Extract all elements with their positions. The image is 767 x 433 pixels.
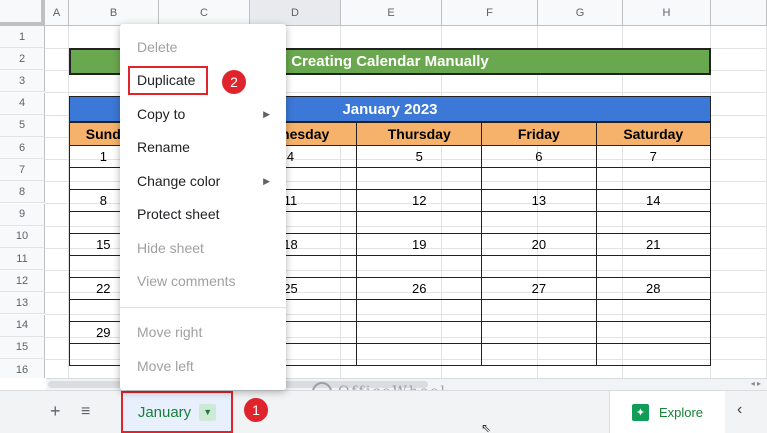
column-header[interactable]: C	[159, 0, 250, 26]
calendar-cell[interactable]	[481, 167, 597, 190]
calendar-cell[interactable]: 20	[481, 233, 597, 256]
row-header[interactable]: 6	[0, 137, 45, 159]
all-sheets-icon[interactable]: ≡	[81, 403, 90, 421]
calendar-cell[interactable]	[481, 255, 597, 278]
collapse-side-panel-icon[interactable]: ‹	[737, 401, 742, 419]
duplicate-highlight-box	[128, 66, 208, 95]
calendar-cell[interactable]	[481, 211, 597, 234]
row-header[interactable]: 10	[0, 225, 45, 248]
column-header[interactable]: A	[45, 0, 69, 26]
calendar-cell[interactable]: 28	[595, 277, 712, 300]
calendar-cell[interactable]	[595, 255, 712, 278]
day-header[interactable]: Friday	[481, 122, 597, 146]
row-header[interactable]: 1	[0, 26, 45, 48]
menu-divider	[120, 307, 286, 308]
submenu-arrow-icon: ▶	[263, 108, 270, 119]
calendar-cell[interactable]	[356, 167, 483, 190]
row-header[interactable]: 7	[0, 159, 45, 182]
step-badge-1: 1	[244, 398, 268, 422]
explore-label: Explore	[658, 404, 704, 420]
calendar-cell[interactable]	[356, 343, 483, 366]
menu-item-label: Rename	[137, 139, 190, 155]
calendar-cell[interactable]: 26	[356, 277, 483, 300]
day-header[interactable]: Saturday	[595, 122, 712, 146]
menu-item-copy-to[interactable]: Copy to ▶	[120, 99, 286, 129]
menu-item-protect-sheet[interactable]: Protect sheet	[120, 199, 286, 229]
explore-icon: ✦	[631, 403, 649, 421]
calendar-cell[interactable]: 5	[356, 145, 483, 168]
column-header[interactable]: D	[250, 0, 341, 26]
menu-item-change-color[interactable]: Change color ▶	[120, 166, 286, 196]
calendar-cell[interactable]	[356, 321, 483, 344]
menu-item-label: Protect sheet	[137, 206, 220, 222]
row-header[interactable]: 3	[0, 70, 45, 93]
row-header[interactable]: 5	[0, 114, 45, 137]
calendar-cell[interactable]: 12	[356, 189, 483, 212]
column-header[interactable]: G	[538, 0, 623, 26]
calendar-cell[interactable]	[595, 343, 712, 366]
calendar-cell[interactable]: 13	[481, 189, 597, 212]
sheet-tab-january[interactable]: January ▼	[121, 391, 233, 433]
sheet-tab-label: January	[137, 403, 192, 421]
column-header[interactable]: H	[623, 0, 711, 26]
row-header[interactable]: 8	[0, 181, 45, 204]
spreadsheet-grid[interactable]: ABCDEFGH 1 2 3 4 5 6 7 8 9 10 11 12 13 14 15 16 Creatin…	[0, 0, 767, 378]
menu-item-label: Move left	[137, 358, 194, 374]
mouse-cursor-icon: ⇖	[481, 421, 492, 433]
calendar-cell[interactable]	[356, 255, 483, 278]
calendar-cell[interactable]	[481, 343, 597, 366]
calendar-cell[interactable]: 6	[481, 145, 597, 168]
calendar-cell[interactable]: 27	[481, 277, 597, 300]
calendar-cell[interactable]: 19	[356, 233, 483, 256]
menu-item-rename[interactable]: Rename	[120, 132, 286, 162]
step-badge-2: 2	[222, 70, 246, 94]
row-header[interactable]: 13	[0, 292, 45, 315]
row-header[interactable]: 12	[0, 270, 45, 293]
calendar-cell[interactable]	[595, 167, 712, 190]
calendar-cell[interactable]	[595, 211, 712, 234]
row-header[interactable]: 2	[0, 48, 45, 71]
menu-item-label: Hide sheet	[137, 240, 204, 256]
row-header[interactable]: 11	[0, 248, 45, 270]
column-header[interactable]: E	[341, 0, 442, 26]
column-header[interactable]: B	[69, 0, 159, 26]
menu-item-label: Copy to	[137, 106, 186, 122]
scroll-arrows-icon[interactable]: ◂ ▸	[751, 379, 761, 388]
row-header[interactable]: 15	[0, 336, 45, 359]
row-header[interactable]: 14	[0, 314, 45, 337]
row-header[interactable]: 16	[0, 359, 45, 378]
menu-item-hide-sheet[interactable]: Hide sheet	[120, 233, 286, 263]
column-header[interactable]	[711, 0, 767, 26]
row-header[interactable]: 4	[0, 92, 45, 115]
column-header[interactable]: F	[442, 0, 538, 26]
menu-item-label: Change color	[137, 173, 221, 189]
calendar-cell[interactable]: 21	[595, 233, 712, 256]
select-all-corner[interactable]	[0, 0, 45, 26]
calendar-cell[interactable]	[595, 299, 712, 322]
day-header[interactable]: Thursday	[356, 122, 483, 146]
submenu-arrow-icon: ▶	[263, 175, 270, 186]
calendar-cell[interactable]	[595, 321, 712, 344]
menu-item-move-left[interactable]: Move left	[120, 351, 286, 381]
calendar-cell[interactable]	[356, 299, 483, 322]
row-header[interactable]: 9	[0, 203, 45, 226]
calendar-cell[interactable]: 14	[595, 189, 712, 212]
sheet-tab-bar: + ≡ January ▼ ✦ Explore ‹	[0, 390, 767, 433]
add-sheet-button[interactable]: +	[50, 401, 61, 422]
menu-item-label: Move right	[137, 324, 203, 340]
calendar-cell[interactable]	[356, 211, 483, 234]
explore-button[interactable]: ✦ Explore	[609, 391, 725, 433]
menu-item-label: Delete	[137, 39, 178, 55]
menu-item-delete[interactable]: Delete	[120, 32, 286, 62]
menu-item-move-right[interactable]: Move right	[120, 317, 286, 347]
calendar-cell[interactable]	[481, 321, 597, 344]
calendar-cell[interactable]	[481, 299, 597, 322]
chevron-down-icon[interactable]: ▼	[199, 403, 217, 421]
menu-item-label: View comments	[137, 273, 236, 289]
calendar-cell[interactable]: 7	[595, 145, 712, 168]
menu-item-view-comments[interactable]: View comments	[120, 266, 286, 296]
